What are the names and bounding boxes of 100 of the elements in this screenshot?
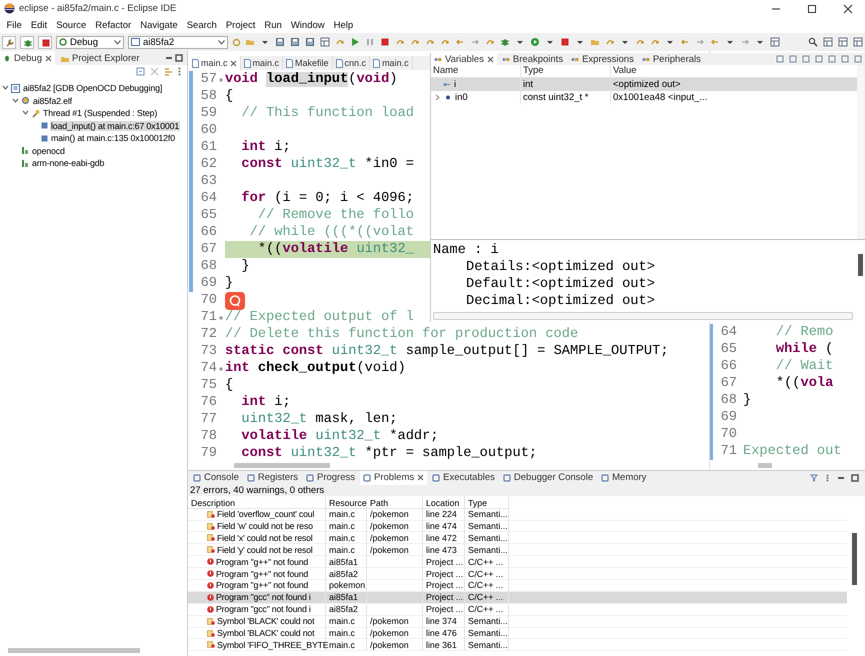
step-arrow-icon[interactable] <box>635 37 645 47</box>
column-header[interactable]: Path <box>367 496 423 509</box>
view-tab[interactable]: Debug <box>0 51 55 65</box>
problem-row[interactable]: Symbol 'FIFO_THREE_BYTEmain.c /pokemon line 361 Semanti... <box>188 639 847 652</box>
column-header[interactable]: Location <box>423 496 465 509</box>
magnifier-button[interactable] <box>225 292 245 310</box>
view-tab[interactable]: Progress <box>302 470 358 485</box>
menu-item[interactable]: Source <box>52 20 91 30</box>
scrollbar-thumb[interactable] <box>858 254 863 276</box>
tree-item[interactable]: ai85fa2.elf <box>32 96 73 106</box>
step-arrow-icon[interactable] <box>440 37 450 47</box>
editor-tab[interactable]: cnn.c <box>332 56 370 70</box>
tree-item[interactable]: arm-none-eabi-gdb <box>31 158 106 168</box>
problem-row[interactable]: Symbol 'BLACK' could not main.c /pokemon line 476 Semanti... <box>188 628 847 640</box>
problem-row[interactable]: Program "g++" not found ai85fa1 Project ... C/C++ ... <box>188 556 847 568</box>
variable-name[interactable]: i <box>454 78 456 91</box>
view-tab[interactable]: Executables <box>429 470 498 485</box>
column-header[interactable]: Type <box>465 496 509 509</box>
forward-arrow-icon[interactable] <box>470 37 480 47</box>
scrollbar-thumb[interactable] <box>234 462 330 468</box>
view-tab[interactable]: Breakpoints <box>498 53 566 65</box>
scrollbar-thumb[interactable] <box>758 462 772 468</box>
view-tab[interactable]: Debugger Console <box>500 470 596 485</box>
perspective-icon[interactable] <box>853 37 863 47</box>
back-arrow-icon[interactable] <box>680 37 690 47</box>
maximize-icon[interactable] <box>807 4 817 14</box>
step-arrow-icon[interactable] <box>425 37 435 47</box>
debug-button[interactable] <box>20 36 34 48</box>
perspective-icon[interactable] <box>838 37 848 47</box>
close-icon[interactable] <box>486 56 494 62</box>
editor-tab[interactable]: main.c <box>370 56 413 70</box>
wrench-button[interactable] <box>2 36 16 48</box>
fold-marker-icon[interactable] <box>219 316 223 320</box>
view-tab[interactable]: Peripherals <box>638 53 704 65</box>
close-icon[interactable] <box>230 60 237 66</box>
problem-row[interactable]: Program "g++" not found ai85fa2 Project ... C/C++ ... <box>188 568 847 580</box>
step-arrow-icon[interactable] <box>650 37 660 47</box>
step-arrow-icon[interactable] <box>410 37 420 47</box>
maximize-icon[interactable] <box>851 474 859 482</box>
perspective-icon[interactable] <box>770 37 780 47</box>
scrollbar-thumb[interactable] <box>852 532 857 585</box>
step-arrow-icon[interactable] <box>335 37 345 47</box>
menu-item[interactable]: Project <box>221 20 260 30</box>
menu-item[interactable]: Refactor <box>90 20 136 30</box>
scrollbar-thumb[interactable] <box>8 648 140 653</box>
stop-icon[interactable] <box>560 37 570 47</box>
problem-row[interactable]: Field 'w' could not be reso main.c /pokemon line 474 Semanti... <box>188 520 847 532</box>
fold-marker-icon[interactable] <box>219 366 223 370</box>
remove-icon[interactable] <box>150 67 159 76</box>
view-tab[interactable]: Console <box>190 470 242 485</box>
play-icon[interactable] <box>350 37 360 47</box>
view-tab[interactable]: Project Explorer <box>57 51 143 65</box>
problem-row[interactable]: Symbol 'BLACK' could not main.c /pokemon line 374 Semanti... <box>188 616 847 628</box>
problem-row[interactable]: Field 'overflow_count' coul main.c /pokemon line 224 Semanti... <box>188 508 847 520</box>
variable-name[interactable]: in0 <box>455 91 468 104</box>
problem-row[interactable]: Field 'x' could not be resol main.c /pokemon line 472 Semanti... <box>188 532 847 544</box>
menu-item[interactable]: Edit <box>26 20 52 30</box>
tree-item[interactable]: main() at main.c:135 0x100012f0 <box>50 133 176 144</box>
step-arrow-icon[interactable] <box>395 37 405 47</box>
editor-tab[interactable]: main.c <box>240 56 284 70</box>
forward-arrow-icon[interactable] <box>740 37 750 47</box>
save-icon[interactable] <box>290 37 300 47</box>
problem-row[interactable]: Program "gcc" not found i ai85fa1 Project ... C/C++ ... <box>188 592 847 604</box>
terminate-button[interactable] <box>38 36 52 48</box>
search-icon[interactable] <box>808 37 818 47</box>
step-filter-icon[interactable] <box>164 67 173 76</box>
stop-icon[interactable] <box>380 37 390 47</box>
column-header[interactable]: Resource <box>326 496 367 509</box>
filter-icon[interactable] <box>810 474 818 482</box>
menu-item[interactable]: Search <box>182 20 222 30</box>
close-icon[interactable] <box>45 54 52 62</box>
menu-item[interactable]: File <box>2 20 26 30</box>
save-icon[interactable] <box>305 37 315 47</box>
editor-tab[interactable]: main.c <box>189 56 241 70</box>
step-arrow-icon[interactable] <box>605 37 615 47</box>
tree-item[interactable]: openocd <box>31 146 66 156</box>
problem-row[interactable]: Field 'y' could not be resol main.c /pokemon line 473 Semanti... <box>188 544 847 556</box>
menu-item[interactable]: Help <box>329 20 358 30</box>
maximize-icon[interactable] <box>175 54 183 62</box>
menu-item[interactable]: Window <box>286 20 330 30</box>
pause-icon[interactable] <box>365 37 375 47</box>
back-arrow-icon[interactable] <box>710 37 720 47</box>
problem-row[interactable]: Program "gcc" not found i ai85fa2 Project ... C/C++ ... <box>188 604 847 616</box>
tree-item[interactable]: ai85fa2 [GDB OpenOCD Debugging] <box>22 83 164 94</box>
back-arrow-icon[interactable] <box>455 37 465 47</box>
tree-item[interactable]: load_input() at main.c:67 0x10001 <box>50 120 180 131</box>
column-header[interactable]: Description <box>188 496 326 509</box>
launch-configuration-dropdown[interactable]: ai85fa2 <box>128 36 228 48</box>
save-icon[interactable] <box>275 37 285 47</box>
close-icon[interactable] <box>843 4 853 14</box>
menu-item[interactable]: Run <box>260 20 286 30</box>
tree-item[interactable]: Thread #1 (Suspended : Step) <box>42 108 158 118</box>
chevron-icon[interactable] <box>435 94 441 101</box>
view-tab[interactable]: Memory <box>598 470 650 485</box>
view-tab[interactable]: Problems <box>360 470 428 485</box>
view-tab[interactable]: Registers <box>244 470 301 485</box>
perspective-icon[interactable] <box>823 37 833 47</box>
view-tab[interactable]: Expressions <box>568 53 637 65</box>
run-icon[interactable] <box>530 37 540 47</box>
perspective-icon[interactable] <box>320 37 330 47</box>
